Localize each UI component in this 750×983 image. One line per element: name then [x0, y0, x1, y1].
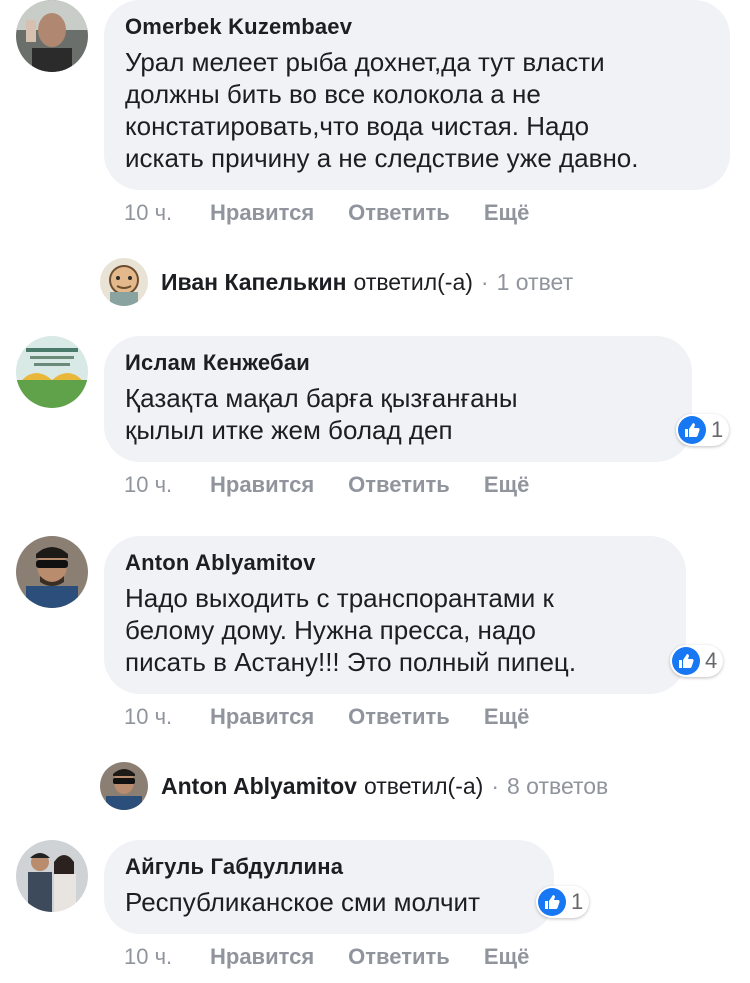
comment-author[interactable]: Айгуль Габдуллина — [125, 854, 532, 880]
comment-author[interactable]: Anton Ablyamitov — [125, 550, 664, 576]
replies-link[interactable]: Anton Ablyamitov ответил(-а) · 8 ответов — [100, 762, 608, 810]
thumbs-up-icon — [672, 647, 700, 675]
reply-verb: ответил(-а) — [353, 268, 473, 295]
avatar — [100, 762, 148, 810]
thumbs-up-icon — [678, 416, 706, 444]
comment-actions: 10 ч. Нравится Ответить Ещё — [124, 200, 563, 226]
comment-time[interactable]: 10 ч. — [124, 200, 210, 226]
like-button[interactable]: Нравится — [210, 704, 314, 730]
avatar[interactable] — [16, 840, 88, 912]
avatar[interactable] — [16, 0, 88, 72]
comment-text: Республиканское сми молчит — [125, 887, 480, 917]
comment-time[interactable]: 10 ч. — [124, 472, 210, 498]
avatar[interactable] — [16, 336, 88, 408]
comment-author[interactable]: Omerbek Kuzembaev — [125, 14, 708, 40]
comment-bubble: Айгуль Габдуллина Республиканское сми мо… — [104, 840, 554, 934]
like-button[interactable]: Нравится — [210, 472, 314, 498]
separator-dot: · — [491, 772, 499, 799]
comment-actions: 10 ч. Нравится Ответить Ещё — [124, 704, 563, 730]
replies-link[interactable]: Иван Капелькин ответил(-а) · 1 ответ — [100, 258, 573, 306]
reaction-count: 1 — [571, 889, 584, 914]
reply-author[interactable]: Иван Капелькин — [161, 269, 347, 296]
avatar — [100, 258, 148, 306]
reactions-badge[interactable]: 1 — [536, 886, 590, 918]
reaction-count: 4 — [705, 648, 718, 673]
reply-button[interactable]: Ответить — [348, 944, 450, 970]
reply-count[interactable]: 8 ответов — [507, 773, 608, 800]
comment-time[interactable]: 10 ч. — [124, 704, 210, 730]
like-button[interactable]: Нравится — [210, 200, 314, 226]
like-button[interactable]: Нравится — [210, 944, 314, 970]
reply-button[interactable]: Ответить — [348, 200, 450, 226]
comment-actions: 10 ч. Нравится Ответить Ещё — [124, 472, 563, 498]
more-button[interactable]: Ещё — [484, 944, 529, 970]
reply-count[interactable]: 1 ответ — [497, 269, 574, 296]
comment-text: Қазақта мақал барға қызғанғаны қылыл итк… — [125, 383, 518, 445]
comment-text: Урал мелеет рыба дохнет,да тут власти до… — [125, 47, 639, 173]
more-button[interactable]: Ещё — [484, 200, 529, 226]
more-button[interactable]: Ещё — [484, 472, 529, 498]
reply-button[interactable]: Ответить — [348, 704, 450, 730]
comment-bubble: Ислам Кенжебаи Қазақта мақал барға қызға… — [104, 336, 692, 462]
more-button[interactable]: Ещё — [484, 704, 529, 730]
reactions-badge[interactable]: 1 — [676, 414, 730, 446]
reactions-badge[interactable]: 4 — [670, 645, 724, 677]
reply-verb: ответил(-а) — [363, 772, 484, 799]
separator-dot: · — [480, 268, 489, 295]
thumbs-up-icon — [538, 888, 566, 916]
reply-author[interactable]: Anton Ablyamitov — [161, 773, 357, 800]
comment-author[interactable]: Ислам Кенжебаи — [125, 350, 670, 376]
comment-time[interactable]: 10 ч. — [124, 944, 210, 970]
avatar[interactable] — [16, 536, 88, 608]
reaction-count: 1 — [711, 417, 724, 442]
comment-text: Надо выходить с транспорантами к белому … — [125, 583, 577, 677]
reply-button[interactable]: Ответить — [348, 472, 450, 498]
comment-bubble: Omerbek Kuzembaev Урал мелеет рыба дохне… — [104, 0, 730, 190]
comment-actions: 10 ч. Нравится Ответить Ещё — [124, 944, 563, 970]
comment-bubble: Anton Ablyamitov Надо выходить с транспо… — [104, 536, 686, 694]
